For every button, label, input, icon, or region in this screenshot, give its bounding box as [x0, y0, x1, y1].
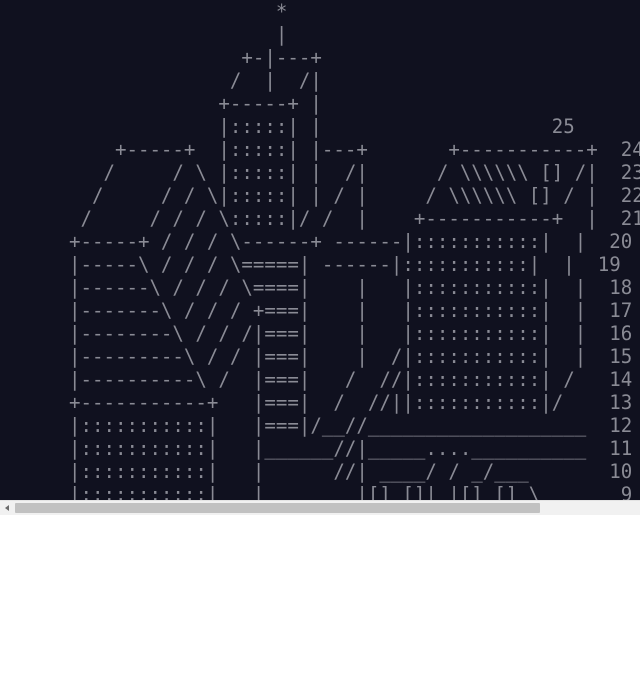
empty-page-area — [0, 515, 640, 700]
ascii-art-display: * | +-|---+ / | /| +-----+ | |:::::| | 2… — [0, 0, 640, 500]
ascii-art-line: / / / \|:::::| | / | / \\\\\\ [] / | 22 — [0, 184, 640, 207]
ascii-art-line: +-----+ | — [0, 92, 322, 115]
ascii-art-line: |:::::::::::| |===|/__//________________… — [0, 414, 633, 437]
ascii-art-line: | — [0, 23, 288, 46]
ascii-art-line: |:::::::::::| |______//|_____...._______… — [0, 437, 633, 460]
ascii-art-line: |-----\ / / / \=====| ------|:::::::::::… — [0, 253, 621, 276]
ascii-art-line: |:::::::::::| | //| ____/ / _/___ 10 — [0, 460, 633, 483]
ascii-art-line: / / / / \:::::|/ / | +-----------+ | 21 — [0, 207, 640, 230]
scroll-left-button[interactable] — [0, 501, 14, 515]
ascii-art-line: |:::::::::::| | |[] []| |[] [] \ 9 — [0, 483, 633, 500]
horizontal-scrollbar[interactable] — [0, 500, 640, 515]
ascii-art-line: |----------\ / |===| / //|:::::::::::| /… — [0, 368, 633, 391]
ascii-art-line: / / \ |:::::| | /| / \\\\\\ [] /| 23 — [0, 161, 640, 184]
ascii-art-line: +-|---+ — [0, 46, 322, 69]
ascii-art-line: +-----+ / / / \------+ ------|::::::::::… — [0, 230, 633, 253]
ascii-art-line: |:::::| | 25 — [0, 115, 575, 138]
ascii-art-line: +-----+ |:::::| |---+ +-----------+ 24 — [0, 138, 640, 161]
ascii-art-line: |---------\ / / |===| | /|:::::::::::| |… — [0, 345, 633, 368]
ascii-art-line: |------\ / / / \====| | |:::::::::::| | … — [0, 276, 633, 299]
scroll-left-arrow-icon — [5, 505, 9, 511]
scrollbar-thumb[interactable] — [15, 503, 540, 513]
ascii-art-line: / | /| — [0, 69, 322, 92]
terminal-viewport: * | +-|---+ / | /| +-----+ | |:::::| | 2… — [0, 0, 640, 500]
ascii-art-line: |-------\ / / / +===| | |:::::::::::| | … — [0, 299, 633, 322]
ascii-art-line: +-----------+ |===| / //||:::::::::::|/ … — [0, 391, 633, 414]
ascii-art-line: |--------\ / / /|===| | |:::::::::::| | … — [0, 322, 633, 345]
ascii-art-line: * — [0, 0, 288, 23]
